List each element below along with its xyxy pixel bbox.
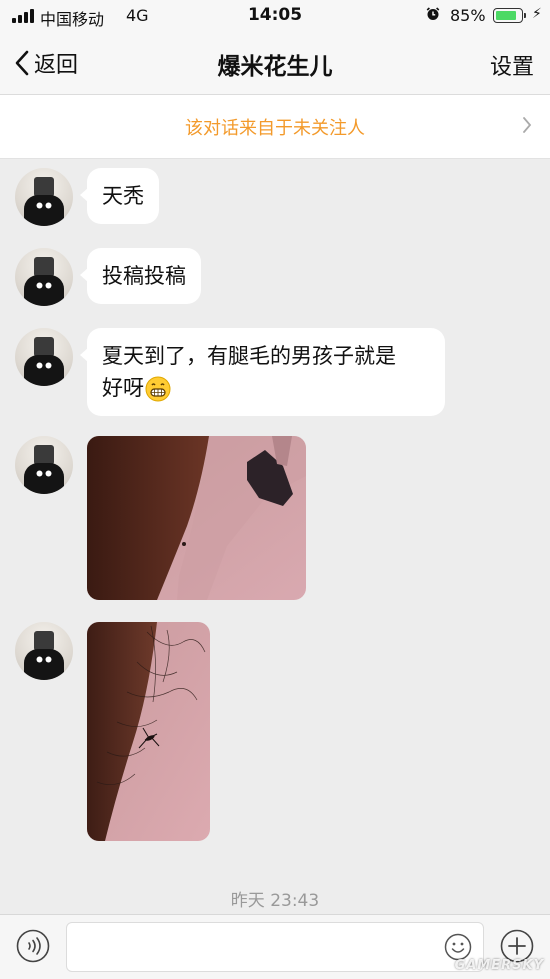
avatar[interactable]: [15, 328, 73, 386]
battery-tip: [524, 13, 526, 18]
unfollowed-notice-banner[interactable]: 该对话来自于未关注人: [0, 95, 550, 159]
message-bubble[interactable]: 天秃: [80, 168, 159, 224]
back-label: 返回: [34, 53, 79, 78]
banner-text: 该对话来自于未关注人: [185, 118, 365, 139]
status-bar: 中国移动 4G 14:05 85% ⚡: [0, 0, 550, 32]
message-text: 好呀: [102, 376, 144, 400]
back-button[interactable]: 返回: [14, 45, 78, 81]
avatar[interactable]: [15, 168, 73, 226]
battery-percent: 85%: [450, 6, 486, 25]
image-message[interactable]: [87, 622, 210, 841]
gamersky-watermark: GAMERSKY: [454, 958, 544, 973]
battery-icon: [493, 8, 523, 23]
settings-button[interactable]: 设置: [490, 49, 534, 81]
message-bubble[interactable]: 投稿投稿: [80, 248, 201, 304]
chevron-left-icon: [15, 50, 29, 76]
chevron-right-icon: [523, 117, 532, 133]
grinning-face-icon: [145, 376, 171, 402]
image-message[interactable]: [87, 436, 306, 600]
photo-leg-hair-mosquito: [87, 622, 210, 841]
input-bar: GAMERSKY: [0, 914, 550, 979]
voice-input-icon[interactable]: [16, 929, 50, 963]
message-text-line: 夏天到了，有腿毛的男孩子就是: [102, 344, 396, 368]
carrier-name: 中国移动: [40, 10, 105, 29]
alarm-clock-icon: [426, 7, 440, 20]
navigation-bar: 返回 爆米花生儿 设置: [0, 32, 550, 95]
avatar[interactable]: [15, 622, 73, 680]
signal-strength-icon: [12, 9, 36, 23]
charging-bolt-icon: ⚡: [532, 6, 542, 22]
page-title: 爆米花生儿: [217, 54, 333, 80]
network-type: 4G: [126, 6, 149, 25]
message-timestamp: 昨天 23:43: [230, 891, 320, 911]
photo-leg-and-floor: [87, 436, 306, 600]
message-text-line: 好呀: [102, 372, 430, 404]
message-input[interactable]: [66, 922, 484, 972]
avatar[interactable]: [15, 248, 73, 306]
message-bubble[interactable]: 夏天到了，有腿毛的男孩子就是 好呀: [80, 328, 445, 416]
emoji-smile-icon[interactable]: [444, 933, 472, 961]
avatar[interactable]: [15, 436, 73, 494]
